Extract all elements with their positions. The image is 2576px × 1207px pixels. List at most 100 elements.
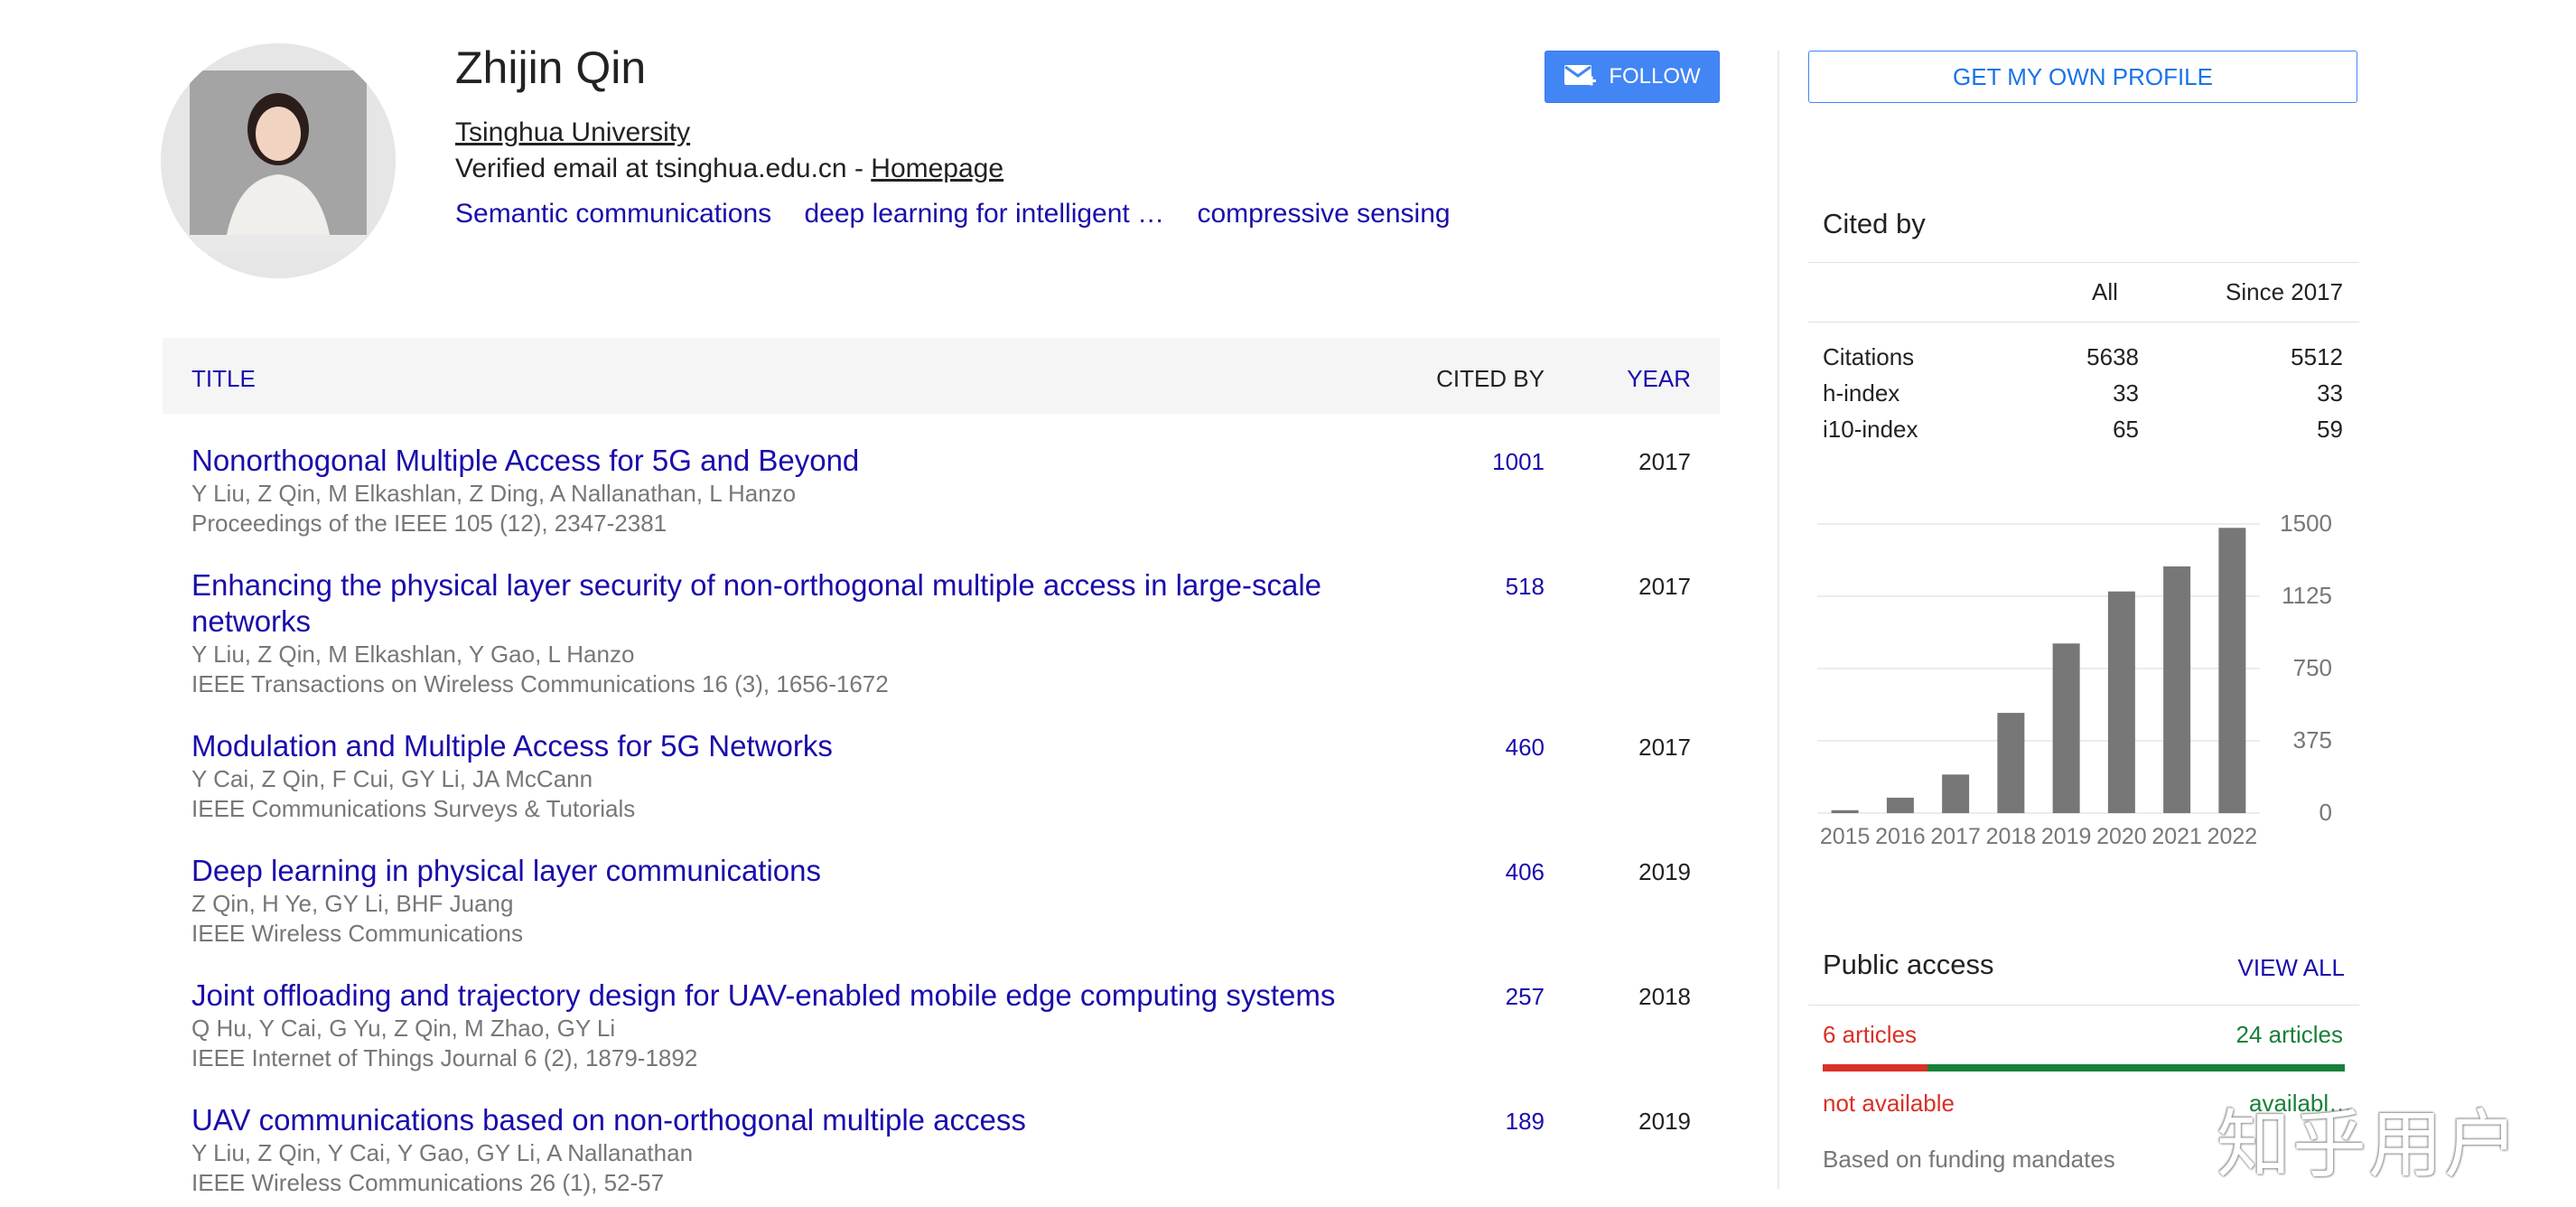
article-venue: IEEE Communications Surveys & Tutorials — [191, 795, 636, 822]
articles-table-header: TITLE CITED BY YEAR — [163, 338, 1720, 414]
article-venue: IEEE Wireless Communications 26 (1), 52-… — [191, 1169, 665, 1196]
x-tick-label: 2016 — [1875, 824, 1926, 849]
y-tick-label: 375 — [2293, 726, 2332, 753]
chart-bar-2016[interactable] — [1886, 797, 1914, 813]
available-bar — [1927, 1064, 2345, 1071]
interest-link[interactable]: compressive sensing — [1197, 199, 1450, 229]
article-title[interactable]: Deep learning in physical layer communic… — [191, 853, 1366, 889]
cited-count[interactable]: 518 — [1506, 573, 1545, 601]
view-all-link[interactable]: VIEW ALL — [2238, 954, 2346, 982]
x-tick-label: 2018 — [1986, 824, 2037, 849]
x-tick-label: 2015 — [1820, 824, 1871, 849]
citations-per-year-chart: 1500112575037502015 2016 2017 2018 2019 2020 2… — [1817, 510, 2332, 849]
profile-photo — [161, 43, 396, 278]
article-row: UAV communications based on non-orthogon… — [191, 1102, 1691, 1198]
article-title[interactable]: Modulation and Multiple Access for 5G Ne… — [191, 728, 1366, 764]
x-tick-label: 2022 — [2207, 824, 2258, 849]
divider — [1808, 1005, 2359, 1006]
affiliation-link[interactable]: Tsinghua University — [455, 117, 690, 148]
article-authors: Y Liu, Z Qin, M Elkashlan, Y Gao, L Hanz… — [191, 641, 635, 668]
cited-count[interactable]: 406 — [1506, 858, 1545, 886]
chart-bar-2018[interactable] — [1997, 713, 2025, 813]
public-access-heading: Public access — [1823, 949, 1994, 980]
stat-since: 59 — [2317, 416, 2343, 443]
sort-by-year[interactable]: YEAR — [1627, 365, 1691, 393]
y-tick-label: 0 — [2319, 799, 2332, 826]
divider — [1808, 322, 2359, 323]
verified-email: Verified email at tsinghua.edu.cn - Home… — [455, 154, 1003, 184]
cited-count[interactable]: 1001 — [1492, 448, 1545, 476]
watermark: 知乎用户 — [2217, 1102, 2521, 1188]
sort-by-title[interactable]: TITLE — [191, 365, 256, 393]
chart-bar-2019[interactable] — [2052, 643, 2080, 813]
unavailable-count[interactable]: 6 articles — [1823, 1021, 1917, 1049]
y-tick-label: 750 — [2293, 654, 2332, 681]
column-divider — [1778, 51, 1779, 1189]
stat-label: Citations — [1823, 343, 1915, 370]
article-authors: Y Liu, Z Qin, M Elkashlan, Z Ding, A Nal… — [191, 480, 797, 507]
get-my-own-profile-button[interactable]: GET MY OWN PROFILE — [1808, 51, 2357, 103]
not-available-label: not available — [1823, 1090, 1955, 1117]
y-tick-label: 1500 — [2280, 510, 2332, 537]
x-tick-label: 2021 — [2151, 824, 2202, 849]
article-venue: Proceedings of the IEEE 105 (12), 2347-2… — [191, 510, 667, 537]
chart-bar-2015[interactable] — [1831, 809, 1859, 813]
interest-link[interactable]: Semantic communications — [455, 199, 771, 229]
stat-since: 5512 — [2291, 343, 2343, 370]
mail-icon — [1564, 65, 1597, 86]
sort-by-cited[interactable]: CITED BY — [1436, 365, 1545, 393]
stat-all: 65 — [2113, 416, 2139, 443]
article-authors: Y Liu, Z Qin, Y Cai, Y Gao, GY Li, A Nal… — [191, 1139, 694, 1166]
article-title[interactable]: UAV communications based on non-orthogon… — [191, 1102, 1366, 1138]
divider — [1808, 262, 2359, 263]
cited-count[interactable]: 257 — [1506, 983, 1545, 1011]
article-title[interactable]: Joint offloading and trajectory design f… — [191, 978, 1366, 1014]
article-title[interactable]: Nonorthogonal Multiple Access for 5G and… — [191, 443, 1366, 479]
article-authors: Q Hu, Y Cai, G Yu, Z Qin, M Zhao, GY Li — [191, 1015, 616, 1042]
article-year: 2018 — [1638, 983, 1691, 1010]
funding-mandates-note: Based on funding mandates — [1823, 1146, 2115, 1173]
interest-link[interactable]: deep learning for intelligent … — [805, 199, 1165, 229]
article-year: 2017 — [1638, 448, 1691, 475]
stat-all: 33 — [2113, 379, 2139, 407]
x-tick-label: 2020 — [2096, 824, 2147, 849]
stats-col-all: All — [2092, 278, 2118, 305]
chart-bar-2020[interactable] — [2107, 591, 2135, 813]
unavailable-bar — [1823, 1064, 1927, 1071]
article-title[interactable]: Enhancing the physical layer security of… — [191, 567, 1366, 640]
cited-count[interactable]: 460 — [1506, 734, 1545, 762]
article-year: 2019 — [1638, 858, 1691, 885]
chart-bar-2021[interactable] — [2163, 566, 2191, 813]
y-tick-label: 1125 — [2282, 582, 2332, 609]
article-year: 2017 — [1638, 573, 1691, 600]
cited-by-heading: Cited by — [1823, 208, 1926, 239]
stat-all: 5638 — [2086, 343, 2139, 370]
stat-label: h-index — [1823, 379, 1900, 407]
chart-bar-2022[interactable] — [2218, 528, 2246, 813]
cited-count[interactable]: 189 — [1506, 1108, 1545, 1136]
article-authors: Y Cai, Z Qin, F Cui, GY Li, JA McCann — [191, 765, 593, 792]
article-year: 2017 — [1638, 734, 1691, 761]
research-interests: Semantic communications deep learning fo… — [455, 199, 1476, 229]
article-venue: IEEE Internet of Things Journal 6 (2), 1… — [191, 1044, 698, 1071]
article-row: Nonorthogonal Multiple Access for 5G and… — [191, 443, 1691, 538]
stat-since: 33 — [2317, 379, 2343, 407]
public-access-bar — [1823, 1064, 2345, 1071]
article-venue: IEEE Wireless Communications — [191, 920, 523, 947]
article-row: Enhancing the physical layer security of… — [191, 567, 1691, 699]
chart-bar-2017[interactable] — [1942, 774, 1970, 813]
stat-label: i10-index — [1823, 416, 1918, 443]
available-count[interactable]: 24 articles — [2236, 1021, 2344, 1049]
follow-label: FOLLOW — [1609, 64, 1701, 89]
article-venue: IEEE Transactions on Wireless Communicat… — [191, 670, 889, 697]
article-row: Joint offloading and trajectory design f… — [191, 978, 1691, 1073]
article-row: Deep learning in physical layer communic… — [191, 853, 1691, 949]
article-authors: Z Qin, H Ye, GY Li, BHF Juang — [191, 890, 514, 917]
stats-col-since: Since 2017 — [2226, 278, 2344, 305]
homepage-link[interactable]: Homepage — [871, 154, 1003, 183]
x-tick-label: 2019 — [2041, 824, 2092, 849]
article-row: Modulation and Multiple Access for 5G Ne… — [191, 728, 1691, 824]
profile-name: Zhijin Qin — [455, 42, 647, 93]
article-year: 2019 — [1638, 1108, 1691, 1135]
follow-button[interactable]: FOLLOW — [1545, 51, 1720, 103]
